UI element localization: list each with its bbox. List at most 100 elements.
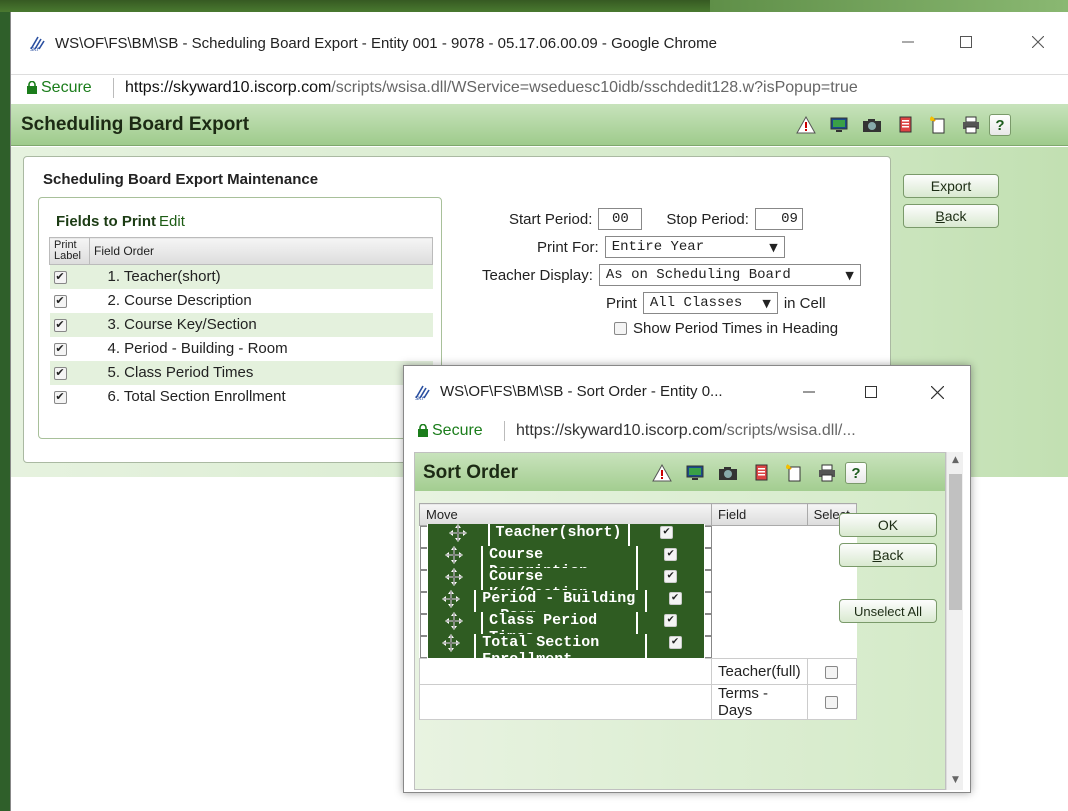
edit-link[interactable]: Edit [159, 213, 185, 230]
table-row[interactable]: Class Period Times [419, 612, 712, 646]
select-checkbox[interactable] [660, 525, 674, 539]
print-label-checkbox[interactable] [53, 342, 67, 356]
scroll-up-icon[interactable]: ▲ [947, 452, 964, 468]
export-button[interactable]: Export [903, 174, 999, 198]
print-label-checkbox[interactable] [53, 390, 67, 404]
table-row[interactable]: Period - Building - Room [419, 590, 712, 624]
show-period-times-row: Show Period Times in Heading [614, 320, 838, 337]
table-row: 1. Teacher(short) [49, 264, 433, 289]
popup-address-url[interactable]: https://skyward10.iscorp.com/scripts/wsi… [516, 422, 856, 440]
show-period-times-checkbox[interactable] [614, 322, 627, 335]
alert-icon [796, 116, 816, 134]
print-label-cell [49, 360, 90, 385]
table-row[interactable]: Course Description [419, 546, 712, 580]
move-handle-icon[interactable] [448, 524, 467, 542]
back-accesskey: B [935, 208, 945, 224]
col-field-order: Field Order [89, 237, 433, 265]
print-for-select[interactable]: Entire Year ▼ [604, 236, 785, 258]
print-label-checkbox[interactable] [53, 318, 67, 332]
document-button[interactable] [746, 461, 776, 485]
popup-maximize-button[interactable] [848, 376, 894, 408]
back-rest: ack [944, 208, 967, 224]
popup-back-button[interactable]: Back [839, 543, 937, 567]
help-button[interactable]: ? [989, 114, 1011, 136]
print-button[interactable] [812, 461, 842, 485]
print-button[interactable] [956, 113, 986, 137]
new-document-button[interactable] [923, 113, 953, 137]
help-button[interactable]: ? [845, 462, 867, 484]
dropdown-arrow-icon: ▼ [762, 296, 771, 310]
svg-text:SKY: SKY [30, 47, 40, 51]
select-checkbox[interactable] [664, 613, 678, 627]
printer-icon [819, 464, 835, 482]
popup-scrollbar[interactable]: ▲ ▼ [946, 452, 963, 790]
main-window-title: WS\OF\FS\BM\SB - Scheduling Board Export… [55, 35, 717, 52]
address-bar[interactable]: Secure https://skyward10.iscorp.com/scri… [11, 74, 1068, 100]
period-row: Start Period: 00 Stop Period: 09 [509, 208, 803, 230]
select-checkbox[interactable] [668, 635, 682, 649]
move-handle-icon[interactable] [441, 590, 460, 608]
help-icon: ? [851, 464, 861, 482]
popup-close-button[interactable] [914, 376, 960, 408]
select-checkbox[interactable] [825, 696, 839, 710]
stop-period-input[interactable]: 09 [754, 208, 803, 230]
document-button[interactable] [890, 113, 920, 137]
new-document-icon [930, 116, 945, 134]
select-checkbox[interactable] [825, 665, 839, 679]
print-label-checkbox[interactable] [53, 270, 67, 284]
unselect-all-button[interactable]: Unselect All [839, 599, 937, 623]
monitor-button[interactable] [824, 113, 854, 137]
popup-address-separator [504, 421, 505, 441]
alert-button[interactable] [647, 461, 677, 485]
maximize-button[interactable] [943, 26, 989, 58]
move-handle-icon[interactable] [441, 634, 460, 652]
page-title: Scheduling Board Export [21, 114, 250, 135]
field-order-label: 4. Period - Building - Room [107, 340, 288, 357]
new-document-button[interactable] [779, 461, 809, 485]
print-for-row: Print For: Entire Year ▼ [537, 236, 785, 258]
popup-minimize-button[interactable] [786, 376, 832, 408]
background-window-highlight [710, 0, 1068, 12]
address-url[interactable]: https://skyward10.iscorp.com/scripts/wsi… [125, 79, 858, 97]
scroll-down-icon[interactable]: ▼ [947, 772, 964, 788]
field-order-label: 5. Class Period Times [89, 360, 433, 385]
move-handle-icon[interactable] [445, 568, 464, 586]
monitor-icon [830, 117, 848, 132]
popup-header: Sort Order ? [415, 453, 945, 491]
print-label-checkbox[interactable] [53, 294, 67, 308]
print-label-checkbox[interactable] [53, 366, 67, 380]
alert-button[interactable] [791, 113, 821, 137]
select-checkbox[interactable] [664, 569, 678, 583]
back-button[interactable]: Back [903, 204, 999, 228]
camera-button[interactable] [857, 113, 887, 137]
camera-button[interactable] [713, 461, 743, 485]
url-path: /scripts/wsisa.dll/WService=wseduesc10id… [331, 79, 858, 96]
print-classes-select[interactable]: All Classes ▼ [642, 292, 778, 314]
minimize-button[interactable] [885, 26, 931, 58]
start-period-input[interactable]: 00 [598, 208, 643, 230]
print-classes-value: All Classes [649, 295, 743, 311]
select-checkbox[interactable] [668, 591, 682, 605]
popup-content: Sort Order ? Move Field Select Teacher(s… [414, 452, 946, 790]
table-row[interactable]: Total Section Enrollment [419, 634, 712, 668]
select-checkbox[interactable] [664, 547, 678, 561]
ok-button[interactable]: OK [839, 513, 937, 537]
table-row[interactable]: Teacher(short) [419, 524, 712, 550]
page-header: Scheduling Board Export ? [11, 104, 1068, 146]
table-row[interactable]: Course Key/Section [419, 568, 712, 602]
maximize-icon [960, 36, 972, 48]
scroll-thumb[interactable] [949, 474, 962, 610]
monitor-button[interactable] [680, 461, 710, 485]
close-button[interactable] [1015, 26, 1061, 58]
skyward-logo-icon: SKY [415, 385, 430, 400]
move-handle-icon[interactable] [445, 612, 464, 630]
popup-secure-label: Secure [432, 422, 483, 439]
move-handle-icon[interactable] [445, 546, 464, 564]
popup-address-bar[interactable]: Secure https://skyward10.iscorp.com/scri… [404, 418, 970, 444]
print-label-cell [49, 312, 90, 337]
table-row[interactable]: Terms - Days [418, 684, 857, 720]
table-row: 4. Period - Building - Room [50, 337, 433, 361]
move-cell[interactable] [418, 684, 713, 720]
move-cell[interactable] [426, 634, 476, 660]
teacher-display-select[interactable]: As on Scheduling Board ▼ [598, 264, 861, 286]
